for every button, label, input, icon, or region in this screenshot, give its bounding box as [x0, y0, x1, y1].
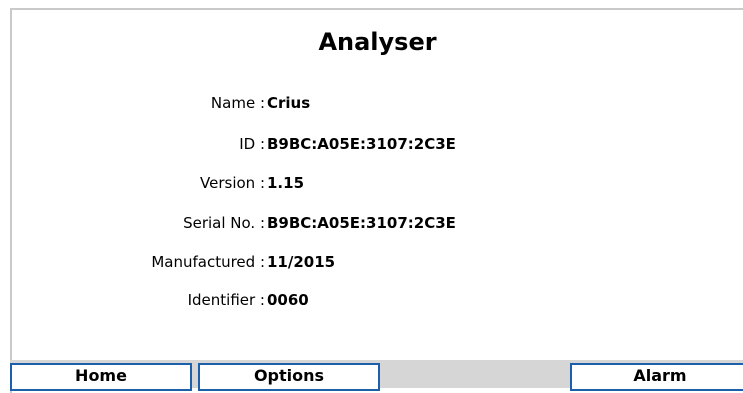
field-label-manufactured: Manufactured :	[151, 253, 265, 271]
field-value-serial: B9BC:A05E:3107:2C3E	[267, 214, 456, 232]
field-label-name: Name :	[210, 94, 265, 112]
field-row-version: Version : 1.15	[0, 174, 735, 194]
page-title: Analyser	[318, 28, 437, 56]
field-row-name: Name : Crius	[0, 94, 735, 114]
field-value-version: 1.15	[267, 174, 305, 192]
field-value-identifier: 0060	[267, 291, 309, 309]
field-label-identifier: Identifier :	[187, 291, 265, 309]
field-row-manufactured: Manufactured : 11/2015	[0, 253, 735, 273]
analyser-panel	[10, 8, 743, 393]
alarm-button[interactable]: Alarm	[570, 363, 743, 391]
field-label-id: ID :	[239, 135, 265, 153]
field-value-name: Crius	[267, 94, 311, 112]
field-row-serial: Serial No. : B9BC:A05E:3107:2C3E	[0, 214, 735, 234]
field-value-manufactured: 11/2015	[267, 253, 336, 271]
field-label-serial: Serial No. :	[183, 214, 265, 232]
field-row-identifier: Identifier : 0060	[0, 291, 735, 311]
field-row-id: ID : B9BC:A05E:3107:2C3E	[0, 135, 735, 155]
field-value-id: B9BC:A05E:3107:2C3E	[267, 135, 456, 153]
options-button[interactable]: Options	[198, 363, 380, 391]
field-label-version: Version :	[200, 174, 265, 192]
home-button[interactable]: Home	[10, 363, 192, 391]
bottom-toolbar: Home Options Alarm	[10, 360, 743, 391]
